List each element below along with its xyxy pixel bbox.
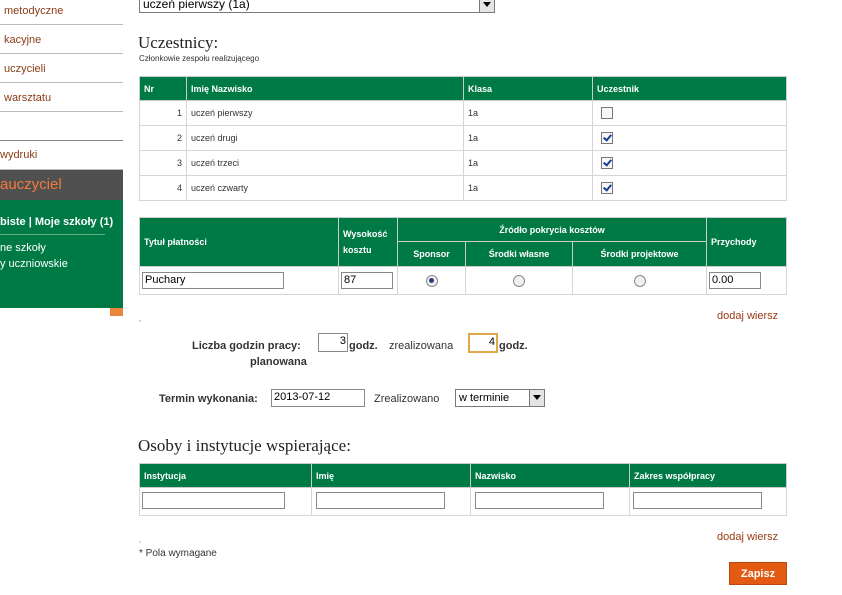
realized-hours-unit: godz.	[499, 340, 528, 352]
sidebar-item-wydruki[interactable]: wydruki	[0, 141, 123, 170]
participant-checkbox[interactable]	[601, 132, 613, 144]
participant-checkbox[interactable]	[601, 107, 613, 119]
row-nr: 4	[139, 175, 187, 201]
sidebar-divider	[0, 112, 123, 141]
row-name: uczeń pierwszy	[186, 100, 464, 126]
participants-title: Uczestnicy:	[138, 33, 219, 52]
amount-input[interactable]: 87	[341, 272, 393, 289]
status-select[interactable]: w terminie	[455, 389, 545, 407]
row-name: uczeń czwarty	[186, 175, 464, 201]
sidebar-section-title: auczyciel	[0, 170, 123, 200]
col-header-nr: Nr	[139, 76, 187, 101]
chevron-down-icon[interactable]	[529, 390, 544, 406]
payment-title-input[interactable]: Puchary	[142, 272, 284, 289]
row-klasa: 1a	[463, 125, 593, 151]
deadline-label: Termin wykonania:	[159, 393, 258, 405]
sidebar-panel-divider	[0, 234, 105, 235]
col-header-uczestnik: Uczestnik	[592, 76, 787, 101]
sidebar-item-kacyjne[interactable]: kacyjne	[0, 26, 123, 54]
row-nr: 2	[139, 125, 187, 151]
costs-table: Tytuł płatności Wysokość kosztu Źródło p…	[139, 217, 787, 295]
institution-input[interactable]	[142, 492, 285, 509]
col-header-institution: Instytucja	[139, 463, 312, 488]
add-cost-row-link[interactable]: dodaj wiersz	[717, 310, 778, 322]
sidebar-item-warsztatu[interactable]: warsztatu	[0, 84, 123, 112]
participant-checkbox[interactable]	[601, 157, 613, 169]
deadline-input[interactable]: 2013-07-12	[271, 389, 365, 407]
source-project-radio[interactable]	[633, 274, 646, 287]
table-row: Puchary 87 0.00	[139, 266, 787, 295]
sidebar-sub-item-uczniowskie[interactable]: y uczniowskie	[0, 258, 68, 270]
sidebar-user-panel: biste | Moje szkoły (1) ne szkoły y uczn…	[0, 200, 123, 308]
col-header-own: Środki własne	[465, 241, 573, 267]
col-header-name: Imię Nazwisko	[186, 76, 464, 101]
sidebar-corner-accent	[110, 308, 123, 316]
table-row: 1 uczeń pierwszy 1a	[139, 100, 787, 126]
sidebar-sub-item-szkoly[interactable]: ne szkoły	[0, 242, 46, 254]
chevron-down-icon[interactable]	[479, 0, 494, 12]
participants-table: Nr Imię Nazwisko Klasa Uczestnik 1 uczeń…	[139, 76, 787, 201]
status-select-value: w terminie	[459, 392, 510, 404]
row-klasa: 1a	[463, 100, 593, 126]
col-header-income: Przychody	[706, 217, 787, 267]
costs-dot: ,	[139, 316, 141, 323]
planned-hours-input[interactable]: 3	[318, 333, 348, 352]
required-fields-note: * Pola wymagane	[139, 548, 217, 559]
row-klasa: 1a	[463, 175, 593, 201]
sidebar-links: biste | Moje szkoły (1)	[0, 216, 113, 228]
table-row: 4 uczeń czwarty 1a	[139, 175, 787, 201]
col-header-amount: Wysokość kosztu	[338, 217, 398, 267]
col-header-firstname: Imię	[311, 463, 471, 488]
source-sponsor-radio[interactable]	[425, 274, 438, 287]
firstname-input[interactable]	[316, 492, 445, 509]
row-name: uczeń drugi	[186, 125, 464, 151]
student-select[interactable]: uczeń pierwszy (1a)	[139, 0, 495, 13]
support-title: Osoby i instytucje wspierające:	[138, 436, 351, 455]
profile-link[interactable]: biste	[0, 216, 26, 228]
lastname-input[interactable]	[475, 492, 604, 509]
participant-checkbox[interactable]	[601, 182, 613, 194]
realized-label: zrealizowana	[389, 340, 454, 352]
row-nr: 3	[139, 150, 187, 176]
student-select-value: uczeń pierwszy (1a)	[143, 0, 250, 11]
hours-label-planned: planowana	[250, 356, 307, 368]
table-row: 2 uczeń drugi 1a	[139, 125, 787, 151]
add-support-row-link[interactable]: dodaj wiersz	[717, 531, 778, 543]
save-button[interactable]: Zapisz	[729, 562, 787, 585]
realized-hours-input[interactable]: 4	[468, 333, 498, 353]
col-header-title: Tytuł płatności	[139, 217, 339, 267]
sidebar: metodyczne kacyjne uczycieli warsztatu w…	[0, 0, 123, 316]
col-header-project: Środki projektowe	[572, 241, 707, 267]
link-separator: |	[25, 216, 35, 228]
row-klasa: 1a	[463, 150, 593, 176]
col-header-source: Źródło pokrycia kosztów	[397, 217, 707, 242]
support-dot: ,	[139, 537, 141, 544]
col-header-lastname: Nazwisko	[470, 463, 630, 488]
status-label: Zrealizowano	[374, 393, 440, 405]
sidebar-item-metodyczne[interactable]: metodyczne	[0, 0, 123, 25]
source-own-radio[interactable]	[513, 274, 525, 287]
row-nr: 1	[139, 100, 187, 126]
participants-subtitle: Członkowie zespołu realizującego	[139, 54, 260, 63]
scope-input[interactable]	[633, 492, 762, 509]
planned-hours-unit: godz.	[349, 340, 378, 352]
sidebar-item-uczycieli[interactable]: uczycieli	[0, 55, 123, 83]
col-header-scope: Zakres współpracy	[629, 463, 787, 488]
support-table: Instytucja Imię Nazwisko Zakres współpra…	[139, 463, 787, 516]
table-row	[139, 487, 787, 516]
hours-label: Liczba godzin pracy:	[192, 340, 301, 352]
col-header-klasa: Klasa	[463, 76, 593, 101]
col-header-sponsor: Sponsor	[397, 241, 466, 267]
income-input[interactable]: 0.00	[709, 272, 761, 289]
row-name: uczeń trzeci	[186, 150, 464, 176]
my-schools-link[interactable]: Moje szkoły (1)	[35, 216, 113, 228]
table-row: 3 uczeń trzeci 1a	[139, 150, 787, 176]
